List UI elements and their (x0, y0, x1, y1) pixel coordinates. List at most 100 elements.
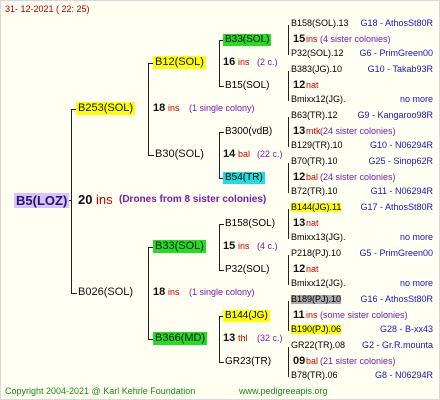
g4-breeder: G6 - PrimGreen00 (359, 48, 433, 58)
queen-g3-a1[interactable]: B33(SOL) (223, 34, 272, 46)
connector (219, 40, 220, 86)
g4-ins: ins (306, 34, 318, 44)
queen-g2-a[interactable]: B12(SOL) (153, 56, 206, 69)
g4-num: 13 (293, 217, 306, 229)
queen-g3-b1[interactable]: B300(vdB) (223, 126, 274, 138)
root-ins: ins (96, 192, 113, 207)
g4-id[interactable]: P218(PJ).10 (291, 249, 341, 258)
g4-num: 11 (293, 309, 305, 321)
g4-note: (21 sister colonies) (320, 356, 396, 366)
connector (288, 117, 289, 147)
g4-breeder: no more (399, 232, 433, 242)
g1-upper-num: 18 (153, 102, 166, 114)
g4-num: 09 (293, 355, 306, 367)
g1-upper-note: (1 single colony) (189, 103, 255, 113)
g1-lower-note: (1 single colony) (189, 287, 255, 297)
g2-b-note: (22 c.) (257, 149, 283, 159)
g4-note: (4 sister colonies) (320, 34, 391, 44)
g4-breeder: no more (399, 94, 433, 104)
queen-g3-d2[interactable]: GR23(TR) (223, 356, 273, 368)
copyright-text: Copyright 2004-2021 @ Karl Kehrle Founda… (5, 386, 196, 396)
g2-d-ins: thl (238, 333, 248, 343)
connector (148, 247, 149, 339)
g1-lower-ins: ins (168, 287, 180, 297)
g2-d-note: (32 c.) (257, 333, 283, 343)
g4-breeder: G10 - Takab93R (367, 64, 433, 74)
g4-ins: bal (306, 172, 319, 182)
g4-breeder: G9 - Kangaroo98R (357, 110, 433, 120)
g4-id[interactable]: B189(PJ).10 (291, 295, 342, 304)
g4-breeder: G5 - PrimGreen00 (359, 248, 433, 258)
g4-ins: nat (306, 218, 319, 228)
connector (219, 132, 220, 178)
connector (288, 163, 289, 193)
g4-id[interactable]: B72(TR).10 (291, 187, 338, 196)
queen-g3-a2[interactable]: B15(SOL) (223, 80, 271, 92)
g4-id[interactable]: B383(JG).10 (291, 65, 342, 74)
queen-g2-c[interactable]: B33(SOL) (153, 240, 206, 253)
g4-id[interactable]: Bmixx12(JG). (291, 95, 346, 104)
g4-id[interactable]: B63(TR).12 (291, 111, 338, 120)
g4-id[interactable]: Bmixx13(JG). (291, 233, 346, 242)
g4-ins: mtk (306, 126, 321, 136)
root-year: 20 (78, 192, 93, 207)
g4-num: 12 (293, 263, 306, 275)
g4-note: (24 sister colonies) (320, 172, 396, 182)
queen-g3-c1[interactable]: B158(SOL) (223, 218, 277, 230)
g4-id[interactable]: P32(SOL).12 (291, 49, 344, 58)
g2-a-ins: ins (238, 57, 250, 67)
g4-ins: bal (306, 356, 319, 366)
connector (288, 71, 289, 101)
print-date: 31- 12-2021 ( 22: 25) (5, 4, 90, 14)
g4-id[interactable]: B144(JG).11 (291, 203, 342, 212)
queen-g3-d1[interactable]: B144(JG) (223, 310, 270, 322)
queen-g3-b2[interactable]: B54(TR) (223, 172, 265, 184)
g4-id[interactable]: Bmixx12(JG). (291, 279, 346, 288)
g4-id[interactable]: B129(TR).10 (291, 141, 343, 150)
queen-g2-d[interactable]: B366(MD) (153, 332, 208, 345)
g2-c-note: (4 c.) (257, 241, 278, 251)
connector (288, 347, 289, 377)
g4-num: 13 (293, 125, 306, 137)
site-link[interactable]: www.pedigreeapis.org (239, 387, 328, 396)
g4-breeder: G11 - N06294R (370, 186, 433, 196)
g4-id[interactable]: B190(PJ).06 (291, 325, 342, 334)
g4-num: 12 (293, 79, 306, 91)
g4-note: (some sister colonies) (320, 310, 408, 320)
queen-g3-c2[interactable]: P32(SOL) (223, 264, 271, 276)
g4-id[interactable]: GR22(TR).08 (291, 341, 345, 350)
g4-id[interactable]: B78(TR).06 (291, 371, 338, 380)
g4-breeder: G16 - AthosSt80R (360, 294, 433, 304)
g4-breeder: G25 - Sinop62R (368, 156, 433, 166)
g1-lower-num: 18 (153, 286, 166, 298)
g2-a-num: 16 (223, 56, 236, 68)
g4-note: (24 sister colonies) (320, 126, 396, 136)
g2-c-ins: ins (238, 241, 250, 251)
connector (288, 255, 289, 285)
connector (219, 316, 220, 362)
queen-g2-b[interactable]: B30(SOL) (153, 148, 206, 161)
g4-breeder: G10 - N06294R (369, 140, 433, 150)
g4-breeder: G8 - N06294R (374, 370, 433, 380)
queen-g1-upper[interactable]: B253(SOL) (76, 102, 136, 115)
g2-b-num: 14 (223, 148, 236, 160)
g4-breeder: G28 - B-xx43 (379, 324, 433, 334)
g2-d-num: 13 (223, 332, 236, 344)
g2-a-note: (2 c.) (257, 57, 278, 67)
g4-ins: nat (306, 264, 319, 274)
queen-root[interactable]: B5(LOZ) (14, 193, 70, 208)
g4-breeder: G2 - Gr.R.mounta (361, 340, 433, 350)
pedigree-chart: { "header": {"date": "31- 12-2021 ( 22: … (0, 0, 440, 400)
g4-num: 15 (293, 33, 306, 45)
g4-id[interactable]: B158(SOL).13 (291, 19, 349, 28)
g1-upper-ins: ins (168, 103, 180, 113)
g4-breeder: G17 - AthosSt80R (360, 202, 433, 212)
g4-ins: nat (306, 80, 319, 90)
connector (288, 209, 289, 239)
connector (71, 109, 72, 293)
g4-id[interactable]: B70(TR).10 (291, 157, 338, 166)
root-note: (Drones from 8 sister colonies) (119, 194, 267, 205)
queen-g1-lower[interactable]: B026(SOL) (76, 286, 135, 299)
g2-b-ins: bal (238, 149, 251, 159)
g4-breeder: G18 - AthosSt80R (360, 18, 433, 28)
